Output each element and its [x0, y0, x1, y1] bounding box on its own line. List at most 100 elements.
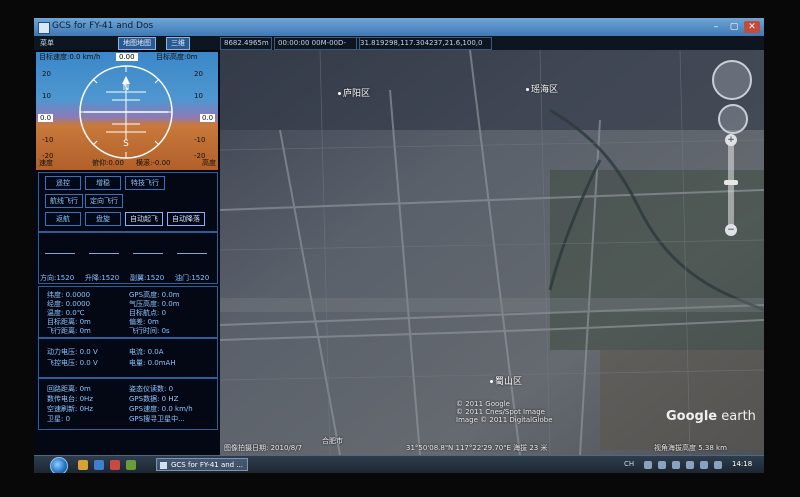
app-shortcut-icon[interactable]	[126, 460, 136, 470]
map-place-label: 瑶海区	[526, 82, 558, 95]
time-readout: 00:00:00 00M-00D-00Y	[274, 37, 360, 58]
tray-icon[interactable]	[672, 461, 680, 469]
taskbar-app-button[interactable]: GCS for FY-41 and ...	[156, 458, 248, 471]
clock[interactable]: 14:18	[732, 460, 752, 468]
stick-bar	[89, 253, 119, 254]
status-value: 电流: 0.0A	[129, 348, 164, 356]
map-status-line: 图像拍摄日期: 2010/8/7 31°50'08.8"N 117°22'29.…	[220, 441, 764, 455]
google-earth-logo: Google earth	[666, 409, 756, 424]
menu-label[interactable]: 菜单	[40, 38, 54, 48]
altitude-tape-value: 0.0	[200, 114, 216, 122]
link-status-block: 回路距离: 0m 姿态仪读数: 0 数传电台: 0Hz GPS数据: 0 HZ …	[38, 378, 218, 430]
flight-mode-controls: 遥控 增稳 特技飞行 航线飞行 定向飞行 返航 盘旋 自动起飞 自动降落	[38, 172, 218, 232]
tray-icon[interactable]	[714, 461, 722, 469]
zoom-in-button[interactable]: +	[725, 134, 737, 146]
mode-auto-land-button[interactable]: 自动降落	[167, 212, 205, 226]
window-title-bar[interactable]: GCS for FY-41 and Dos – ▢ ✕	[34, 18, 764, 36]
imagery-date: 图像拍摄日期: 2010/8/7	[224, 444, 303, 452]
tray-icon[interactable]	[686, 461, 694, 469]
status-value: 飞行距离: 0m	[47, 327, 91, 335]
altitude-tape-tick: -10	[194, 136, 206, 144]
status-value: 卫星: 0	[47, 415, 71, 423]
speed-tape-tick: 20	[42, 70, 51, 78]
start-button[interactable]	[50, 457, 68, 473]
volume-icon[interactable]	[658, 461, 666, 469]
status-value: 动力电压: 0.0 V	[47, 348, 98, 356]
media-icon[interactable]	[110, 460, 120, 470]
minimize-button[interactable]: –	[708, 21, 724, 33]
map-copyright: © 2011 Google © 2011 Cnes/Spot Image Ima…	[456, 400, 553, 424]
map-place-label: 庐阳区	[338, 86, 370, 99]
language-indicator[interactable]: CH	[624, 460, 634, 468]
mode-aerobatic-button[interactable]: 特技飞行	[125, 176, 165, 190]
mode-auto-takeoff-button[interactable]: 自动起飞	[125, 212, 163, 226]
speed-tape-tick: -10	[42, 136, 54, 144]
status-value: 飞控电压: 0.0 V	[47, 359, 98, 367]
status-value: GPS数据: 0 HZ	[129, 395, 179, 403]
roll-readout: 横滚:-0.00	[136, 159, 171, 167]
target-speed: 目标速度:0.0 km/h	[39, 53, 101, 61]
altitude-label: 高度	[202, 159, 216, 167]
attitude-indicator: 目标速度:0.0 km/h 目标高度:0m 0.00 20 10 0.0 -10…	[36, 52, 218, 170]
stick-readouts: 方向:1520 升降:1520 副翼:1520 油门:1520	[38, 232, 218, 284]
network-icon[interactable]	[644, 461, 652, 469]
taskbar: GCS for FY-41 and ... CH 14:18	[34, 455, 764, 473]
status-value: GPS搜寻卫星中...	[129, 415, 185, 423]
target-altitude: 目标高度:0m	[156, 53, 198, 61]
left-panel: 目标速度:0.0 km/h 目标高度:0m 0.00 20 10 0.0 -10…	[34, 50, 220, 455]
artificial-horizon-dial: N S	[79, 65, 173, 159]
throttle-readout: 油门:1520	[175, 274, 210, 282]
satellite-imagery	[220, 50, 764, 455]
status-value: 回路距离: 0m	[47, 385, 91, 393]
eye-altitude: 视角海拔高度 5.38 km	[654, 444, 727, 452]
cursor-coordinates: 31°50'08.8"N 117°22'29.70"E 海拔 23 米	[406, 444, 548, 452]
satellite-map[interactable]: 庐阳区 瑶海区 蜀山区 © 2011 Google © 2011 Cnes/Sp…	[220, 50, 764, 455]
mode-route-button[interactable]: 航线飞行	[45, 194, 83, 208]
app-icon	[38, 22, 50, 34]
gps-status-block: 纬度: 0.0000 GPS高度: 0.0m 经度: 0.0000 气压高度: …	[38, 286, 218, 338]
compass-south: S	[123, 139, 129, 149]
app-icon	[160, 462, 167, 469]
speed-label: 速度	[39, 159, 53, 167]
monitor-frame: GCS for FY-41 and Dos – ▢ ✕ 菜单 地图地图 三维 8…	[0, 0, 800, 497]
distance-readout: 8682.4965m	[220, 37, 272, 50]
compass-north: N	[123, 83, 130, 93]
folder-icon[interactable]	[78, 460, 88, 470]
ie-icon[interactable]	[94, 460, 104, 470]
aileron-readout: 副翼:1520	[130, 274, 165, 282]
look-compass-control[interactable]	[712, 60, 752, 100]
map-place-label: 蜀山区	[490, 374, 522, 387]
mode-return-button[interactable]: 返航	[45, 212, 81, 226]
status-value: 电量: 0.0mAH	[129, 359, 176, 367]
status-value: GPS速度: 0.0 km/h	[129, 405, 193, 413]
elevator-readout: 升降:1520	[85, 274, 120, 282]
toolbar: 菜单 地图地图 三维 8682.4965m 00:00:00 00M-00D-0…	[34, 36, 764, 58]
zoom-slider-thumb[interactable]	[724, 180, 738, 185]
map-view-button[interactable]: 地图地图	[118, 37, 156, 50]
zoom-out-button[interactable]: −	[725, 224, 737, 236]
pitch-readout: 俯仰:0.00	[92, 159, 124, 167]
mode-heading-button[interactable]: 定向飞行	[85, 194, 123, 208]
stick-bar	[177, 253, 207, 254]
pan-control[interactable]	[718, 104, 748, 134]
stick-bar	[45, 253, 75, 254]
status-value: 空速刷新: 0Hz	[47, 405, 93, 413]
altitude-tape-tick: 10	[194, 92, 203, 100]
speed-tape-value: 0.0	[38, 114, 54, 122]
stick-bar	[133, 253, 163, 254]
altitude-tape-tick: 20	[194, 70, 203, 78]
maximize-button[interactable]: ▢	[726, 21, 742, 33]
status-value: 飞行时间: 0s	[129, 327, 170, 335]
status-value: 姿态仪读数: 0	[129, 385, 174, 393]
power-status-block: 动力电压: 0.0 V 电流: 0.0A 飞控电压: 0.0 V 电量: 0.0…	[38, 338, 218, 378]
mode-stabilize-button[interactable]: 增稳	[85, 176, 121, 190]
window-title: GCS for FY-41 and Dos	[52, 21, 154, 31]
3d-view-button[interactable]: 三维	[166, 37, 190, 50]
mode-remote-button[interactable]: 遥控	[45, 176, 81, 190]
close-button[interactable]: ✕	[744, 21, 760, 33]
status-value: 数传电台: 0Hz	[47, 395, 93, 403]
mode-circle-button[interactable]: 盘旋	[85, 212, 121, 226]
screen: GCS for FY-41 and Dos – ▢ ✕ 菜单 地图地图 三维 8…	[34, 18, 764, 473]
tray-icon[interactable]	[700, 461, 708, 469]
taskbar-app-label: GCS for FY-41 and ...	[171, 461, 244, 469]
